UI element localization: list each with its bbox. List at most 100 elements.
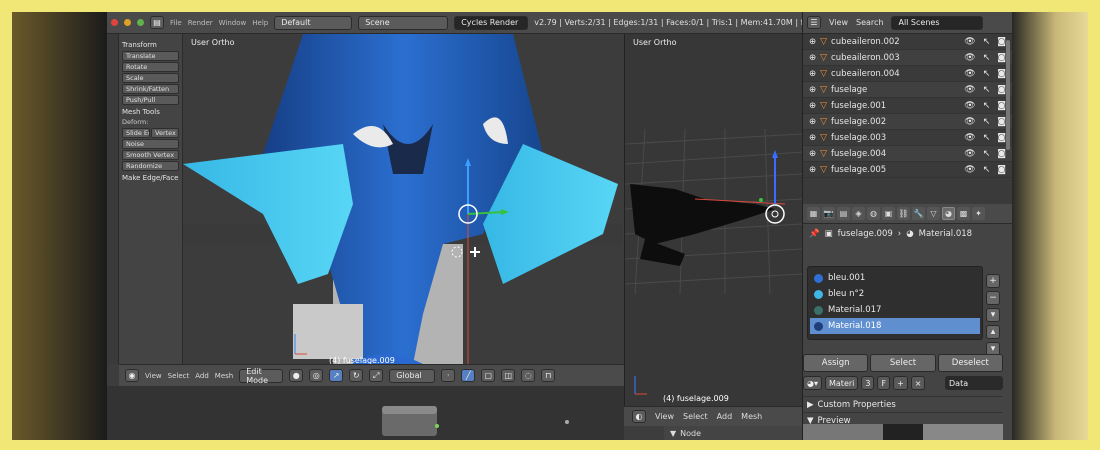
scene-tab-icon[interactable]: ◈ xyxy=(852,207,865,220)
node-mesh-menu[interactable]: Mesh xyxy=(741,412,762,421)
select-arrow-icon[interactable]: ↖ xyxy=(983,117,991,127)
pin-icon[interactable]: 📌 xyxy=(809,229,820,239)
manipulator-rotate-icon[interactable]: ↻ xyxy=(349,369,364,382)
outliner-row[interactable]: ⊕ ▽ cubeaileron.002 👁 ↖ ◙ xyxy=(803,34,1012,50)
screen-layout-select[interactable]: Default xyxy=(274,15,353,30)
menu-render[interactable]: Render xyxy=(188,19,213,27)
outliner-row[interactable]: ⊕ ▽ fuselage.003 👁 ↖ ◙ xyxy=(803,130,1012,146)
face-select-icon[interactable]: ▢ xyxy=(481,369,496,382)
visibility-eye-icon[interactable]: 👁 xyxy=(964,37,975,47)
outliner-view-menu[interactable]: View xyxy=(829,18,848,27)
node-add-menu[interactable]: Add xyxy=(717,412,733,421)
noise-button[interactable]: Noise xyxy=(122,139,179,149)
select-arrow-icon[interactable]: ↖ xyxy=(983,37,991,47)
material-slot-selected[interactable]: Material.018 xyxy=(810,318,980,334)
editor-type-icon[interactable]: ▦ xyxy=(807,207,820,220)
remove-slot-icon[interactable]: − xyxy=(986,291,1000,305)
snap-icon[interactable]: ⊓ xyxy=(541,369,556,382)
custom-properties-panel[interactable]: ▶ Custom Properties xyxy=(803,396,1003,412)
material-slot[interactable]: bleu.001 xyxy=(810,270,980,286)
expand-icon[interactable]: ⊕ xyxy=(809,149,816,159)
randomize-button[interactable]: Randomize xyxy=(122,161,179,171)
render-tab-icon[interactable]: 📷 xyxy=(822,207,835,220)
menu-help[interactable]: Help xyxy=(252,19,268,27)
node-editor-type-icon[interactable]: ◐ xyxy=(632,410,646,423)
visibility-eye-icon[interactable]: 👁 xyxy=(964,85,975,95)
transform-panel-title[interactable]: Transform xyxy=(122,41,179,49)
users-count[interactable]: 3 xyxy=(861,376,875,390)
view-menu[interactable]: View xyxy=(145,372,162,380)
shrink-fatten-button[interactable]: Shrink/Fatten xyxy=(122,84,179,94)
material-slot[interactable]: Material.017 xyxy=(810,302,980,318)
visibility-eye-icon[interactable]: 👁 xyxy=(964,69,975,79)
node-panel-header[interactable]: ▼ Node xyxy=(664,426,802,440)
outliner-editor-type-icon[interactable]: ☰ xyxy=(807,16,821,29)
outliner-row[interactable]: ⊕ ▽ cubeaileron.004 👁 ↖ ◙ xyxy=(803,66,1012,82)
modifiers-tab-icon[interactable]: 🔧 xyxy=(912,207,925,220)
expand-icon[interactable]: ⊕ xyxy=(809,133,816,143)
particles-tab-icon[interactable]: ✦ xyxy=(972,207,985,220)
scene-select[interactable]: Scene xyxy=(358,15,449,30)
select-arrow-icon[interactable]: ↖ xyxy=(983,149,991,159)
shading-icon[interactable]: ● xyxy=(289,369,304,382)
render-camera-icon[interactable]: ◙ xyxy=(997,117,1006,127)
rotate-button[interactable]: Rotate xyxy=(122,62,179,72)
visibility-eye-icon[interactable]: 👁 xyxy=(964,149,975,159)
add-slot-icon[interactable]: + xyxy=(986,274,1000,288)
visibility-eye-icon[interactable]: 👁 xyxy=(964,165,975,175)
link-select[interactable]: Data xyxy=(945,376,1003,390)
outliner-row[interactable]: ⊕ ▽ fuselage.004 👁 ↖ ◙ xyxy=(803,146,1012,162)
render-camera-icon[interactable]: ◙ xyxy=(997,149,1006,159)
vertex-button[interactable]: Vertex xyxy=(151,128,179,138)
minimize-window-icon[interactable] xyxy=(124,19,131,26)
browse-material-icon[interactable]: ◕▾ xyxy=(803,376,822,390)
add-menu[interactable]: Add xyxy=(195,372,209,380)
visibility-eye-icon[interactable]: 👁 xyxy=(964,101,975,111)
manipulator-translate-icon[interactable]: ↗ xyxy=(329,369,344,382)
visibility-eye-icon[interactable]: 👁 xyxy=(964,53,975,63)
render-camera-icon[interactable]: ◙ xyxy=(997,165,1006,175)
assign-button[interactable]: Assign xyxy=(803,354,869,372)
outliner-row[interactable]: ⊕ ▽ fuselage.001 👁 ↖ ◙ xyxy=(803,98,1012,114)
expand-icon[interactable]: ⊕ xyxy=(809,165,816,175)
translate-button[interactable]: Translate xyxy=(122,51,179,61)
material-name-field[interactable]: Materi xyxy=(825,376,859,390)
data-tab-icon[interactable]: ▽ xyxy=(927,207,940,220)
select-arrow-icon[interactable]: ↖ xyxy=(983,69,991,79)
material-tab-icon[interactable]: ◕ xyxy=(942,207,955,220)
new-material-icon[interactable]: + xyxy=(893,376,908,390)
node-editor-canvas[interactable] xyxy=(107,386,624,440)
viewport-3d-right[interactable]: User Ortho (4) fuselage.009 xyxy=(624,34,802,406)
visibility-eye-icon[interactable]: 👁 xyxy=(964,117,975,127)
select-arrow-icon[interactable]: ↖ xyxy=(983,85,991,95)
edge-select-icon[interactable]: ╱ xyxy=(461,369,476,382)
slide-edge-button[interactable]: Slide Ed xyxy=(122,128,150,138)
outliner-row[interactable]: ⊕ ▽ fuselage.002 👁 ↖ ◙ xyxy=(803,114,1012,130)
select-arrow-icon[interactable]: ↖ xyxy=(983,101,991,111)
node-select-menu[interactable]: Select xyxy=(683,412,708,421)
render-camera-icon[interactable]: ◙ xyxy=(997,69,1006,79)
make-edge-face-title[interactable]: Make Edge/Face xyxy=(122,174,179,182)
orientation-select[interactable]: Global xyxy=(389,368,436,383)
unlink-material-icon[interactable]: × xyxy=(910,376,926,390)
expand-icon[interactable]: ⊕ xyxy=(809,101,816,111)
select-arrow-icon[interactable]: ↖ xyxy=(983,53,991,63)
close-window-icon[interactable] xyxy=(111,19,118,26)
push-pull-button[interactable]: Push/Pull xyxy=(122,95,179,105)
object-tab-icon[interactable]: ▣ xyxy=(882,207,895,220)
render-camera-icon[interactable]: ◙ xyxy=(997,53,1006,63)
outliner-row[interactable]: ⊕ ▽ fuselage 👁 ↖ ◙ xyxy=(803,82,1012,98)
mode-select[interactable]: Edit Mode xyxy=(239,367,284,385)
expand-icon[interactable]: ⊕ xyxy=(809,53,816,63)
mesh-tools-panel-title[interactable]: Mesh Tools xyxy=(122,108,179,116)
world-tab-icon[interactable]: ◍ xyxy=(867,207,880,220)
outliner-row[interactable]: ⊕ ▽ cubeaileron.003 👁 ↖ ◙ xyxy=(803,50,1012,66)
select-button[interactable]: Select xyxy=(870,354,936,372)
smooth-vertex-button[interactable]: Smooth Vertex xyxy=(122,150,179,160)
fake-user-toggle[interactable]: F xyxy=(877,376,891,390)
render-camera-icon[interactable]: ◙ xyxy=(997,37,1006,47)
zoom-window-icon[interactable] xyxy=(137,19,144,26)
manipulator-scale-icon[interactable]: ⤢ xyxy=(369,369,384,382)
occlude-icon[interactable]: ◫ xyxy=(501,369,516,382)
viewport-editor-type-icon[interactable]: ◉ xyxy=(125,369,139,382)
